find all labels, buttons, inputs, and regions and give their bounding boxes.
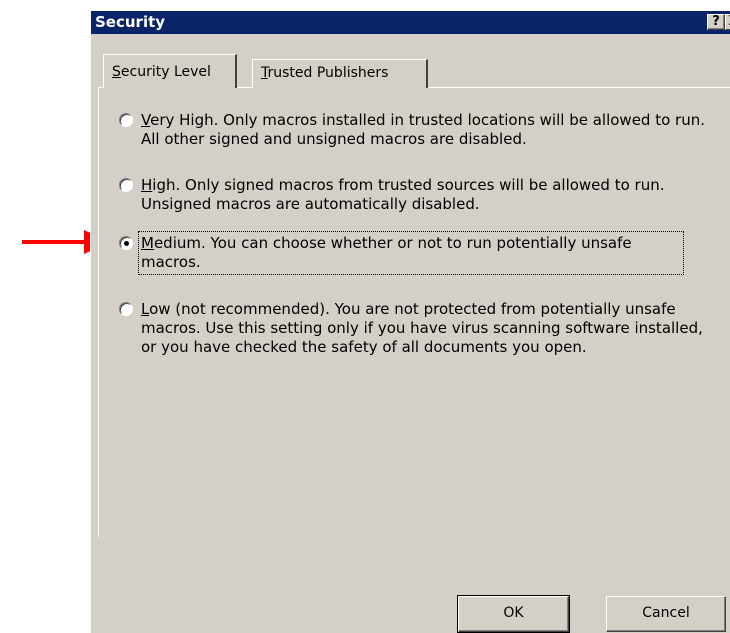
option-label: Medium. You can choose whether or not to… [138,231,684,275]
option-low[interactable]: Low (not recommended). You are not prote… [119,300,704,380]
option-very-high[interactable]: Very High. Only macros installed in trus… [119,111,705,151]
radio-high[interactable] [119,178,133,192]
close-button[interactable]: X [725,14,730,30]
dialog-title: Security [95,13,166,31]
option-label: Low (not recommended). You are not prote… [141,300,703,356]
security-dialog: Security ? X Security Level Trusted Publ… [90,10,730,633]
ok-button[interactable]: OK [457,595,570,633]
option-medium[interactable]: Medium. You can choose whether or not to… [119,231,704,275]
radio-low[interactable] [119,302,133,316]
cancel-button[interactable]: Cancel [606,596,726,632]
option-label: High. Only signed macros from trusted so… [141,176,665,213]
tab-label: ecurity Level [120,64,211,80]
option-high[interactable]: High. Only signed macros from trusted so… [119,176,704,216]
tab-trusted-publishers[interactable]: Trusted Publishers [252,59,428,88]
tab-accelerator: S [112,64,121,80]
title-bar: Security ? X [91,11,730,34]
help-button[interactable]: ? [707,14,725,30]
radio-very-high[interactable] [119,113,133,127]
tab-label: rusted Publishers [267,65,389,81]
radio-medium[interactable] [119,236,133,250]
tab-security-level[interactable]: Security Level [103,54,237,88]
option-label: Very High. Only macros installed in trus… [141,111,705,148]
